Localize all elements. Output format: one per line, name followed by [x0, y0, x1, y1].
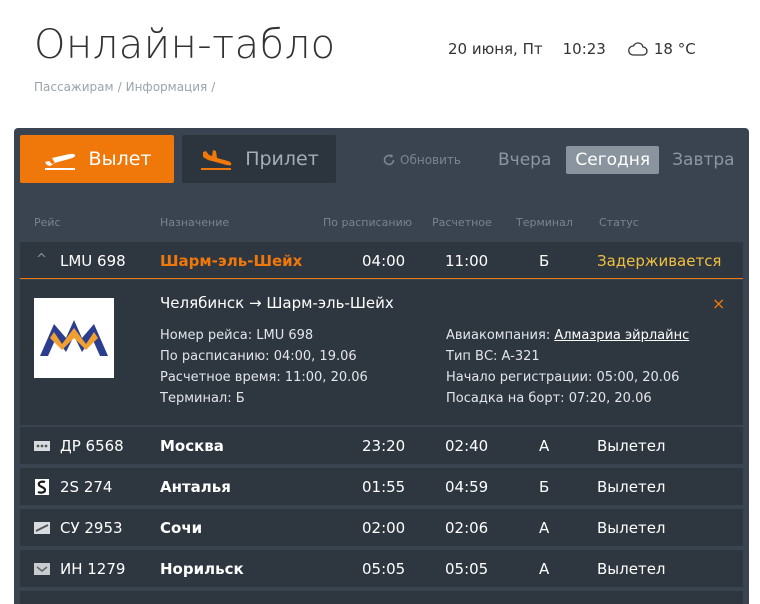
column-header-estimated: Расчетное	[432, 216, 492, 229]
terminal: Б	[539, 252, 550, 270]
terminal: Б	[539, 478, 550, 496]
tab-tomorrow[interactable]: Завтра	[663, 146, 743, 174]
flight-number: ДР 6568	[60, 437, 124, 455]
terminal: А	[539, 519, 550, 537]
column-header-scheduled: По расписанию	[323, 216, 412, 229]
destination: Шарм-эль-Шейх	[160, 252, 303, 270]
destination: Анталья	[160, 478, 231, 496]
detail-aircraft: Тип ВС: A-321	[446, 349, 540, 364]
flight-board: Вылет Прилет Обновить Вчера Сегодня Завт…	[14, 128, 749, 604]
estimated-time: 04:59	[445, 478, 489, 496]
table-row[interactable]: 2S 274 Анталья 01:55 04:59 Б Вылетел	[20, 468, 743, 505]
close-details-button[interactable]: ×	[712, 294, 725, 313]
flight-status: Вылетел	[597, 519, 666, 537]
table-row-expanded[interactable]: ^ LMU 698 Шарм-эль-Шейх 04:00 11:00 Б За…	[20, 242, 743, 279]
flight-number: 2S 274	[60, 478, 113, 496]
temperature: 18 °C	[653, 40, 696, 58]
airline-logo-icon	[34, 563, 50, 575]
tab-arrival-label: Прилет	[245, 148, 319, 170]
refresh-label: Обновить	[400, 153, 461, 167]
flight-details-panel: Челябинск → Шарм-эль-Шейх × Номер рейса:…	[20, 280, 743, 425]
airline-link[interactable]: Алмазриа эйрлайнс	[554, 328, 689, 343]
table-row[interactable]: ДР 6568 Москва 23:20 02:40 А Вылетел	[20, 427, 743, 464]
column-header-status: Статус	[599, 216, 639, 229]
breadcrumb-information[interactable]: Информация	[126, 80, 208, 94]
weather: 18 °C	[627, 40, 696, 58]
destination: Москва	[160, 437, 224, 455]
arrival-plane-icon	[201, 150, 232, 170]
page-title: Онлайн-табло	[34, 22, 336, 68]
terminal: А	[539, 560, 550, 578]
current-time: 10:23	[562, 40, 606, 58]
header-info: 20 июня, Пт 10:23 18 °C	[448, 40, 696, 58]
collapse-chevron-icon[interactable]: ^	[36, 252, 47, 267]
breadcrumb: Пассажирам / Информация /	[34, 80, 219, 94]
breadcrumb-separator: /	[211, 80, 216, 94]
cloud-icon	[627, 42, 648, 56]
airline-logo-icon	[34, 522, 50, 534]
tab-today[interactable]: Сегодня	[566, 146, 660, 174]
detail-airline: Авиакомпания: Алмазриа эйрлайнс	[446, 328, 689, 343]
detail-flight-number: Номер рейса: LMU 698	[160, 328, 314, 343]
flight-number: ИН 1279	[60, 560, 126, 578]
tab-departure[interactable]: Вылет	[20, 135, 174, 183]
estimated-time: 02:06	[445, 519, 489, 537]
tab-yesterday[interactable]: Вчера	[489, 146, 560, 174]
direction-tabs: Вылет Прилет	[20, 135, 336, 183]
airline-logo-icon	[35, 479, 49, 495]
detail-boarding: Посадка на борт: 07:20, 20.06	[446, 391, 652, 406]
detail-schedule: По расписанию: 04:00, 19.06	[160, 349, 357, 364]
route: Челябинск → Шарм-эль-Шейх	[160, 294, 394, 312]
scheduled-time: 05:05	[362, 560, 406, 578]
table-row[interactable]: СУ 2953 Сочи 02:00 02:06 А Вылетел	[20, 509, 743, 546]
estimated-time: 05:05	[445, 560, 489, 578]
day-tabs: Вчера Сегодня Завтра	[489, 146, 744, 174]
destination: Норильск	[160, 560, 244, 578]
airline-logo-icon	[40, 320, 108, 356]
flight-status: Задерживается	[597, 252, 722, 270]
tab-departure-label: Вылет	[88, 148, 152, 170]
tab-arrival[interactable]: Прилет	[182, 135, 336, 183]
estimated-time: 11:00	[445, 252, 489, 270]
flight-status: Вылетел	[597, 437, 666, 455]
terminal: А	[539, 437, 550, 455]
airline-logo-icon	[34, 441, 50, 451]
flight-number: LMU 698	[60, 252, 126, 270]
flight-status: Вылетел	[597, 478, 666, 496]
refresh-icon	[383, 154, 395, 166]
column-header-terminal: Терминал	[516, 216, 573, 229]
breadcrumb-separator: /	[117, 80, 122, 94]
column-header-destination: Назначение	[160, 216, 230, 229]
scheduled-time: 04:00	[362, 252, 406, 270]
scheduled-time: 02:00	[362, 519, 406, 537]
estimated-time: 02:40	[445, 437, 489, 455]
breadcrumb-passengers[interactable]: Пассажирам	[34, 80, 114, 94]
table-row[interactable]	[20, 591, 743, 604]
airline-logo	[34, 298, 114, 378]
flight-number: СУ 2953	[60, 519, 123, 537]
refresh-button[interactable]: Обновить	[382, 153, 461, 167]
detail-terminal: Терминал: Б	[160, 391, 245, 406]
table-row[interactable]: ИН 1279 Норильск 05:05 05:05 А Вылетел	[20, 550, 743, 587]
scheduled-time: 01:55	[362, 478, 406, 496]
detail-checkin: Начало регистрации: 05:00, 20.06	[446, 370, 680, 385]
destination: Сочи	[160, 519, 203, 537]
scheduled-time: 23:20	[362, 437, 406, 455]
flight-status: Вылетел	[597, 560, 666, 578]
departure-plane-icon	[44, 153, 75, 170]
detail-estimated: Расчетное время: 11:00, 20.06	[160, 370, 368, 385]
column-header-flight: Рейс	[34, 216, 61, 229]
detail-airline-label: Авиакомпания:	[446, 328, 555, 343]
current-date: 20 июня, Пт	[448, 40, 543, 58]
